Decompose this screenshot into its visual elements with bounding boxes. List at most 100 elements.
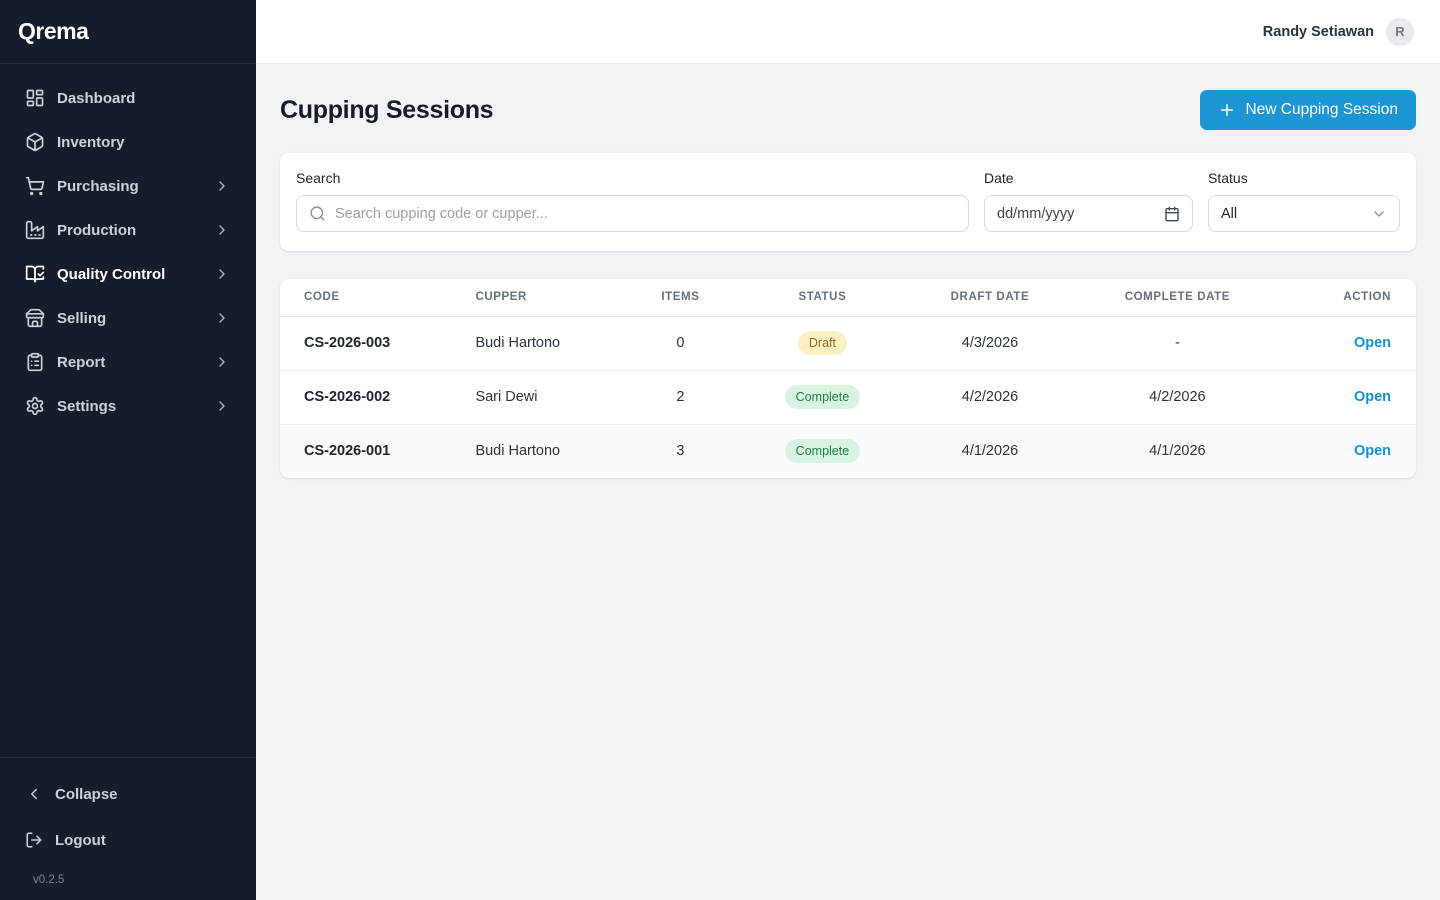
sessions-table: Code Cupper Items Status Draft Date Comp…	[280, 279, 1416, 478]
column-header-code: Code	[280, 279, 467, 316]
sidebar-item-purchasing[interactable]: Purchasing	[12, 166, 244, 206]
sidebar-item-quality-control[interactable]: Quality Control	[12, 254, 244, 294]
sidebar-item-label: Dashboard	[57, 90, 230, 107]
cell-code: CS-2026-002	[280, 370, 467, 424]
cell-draft-date: 4/2/2026	[905, 370, 1075, 424]
open-link[interactable]: Open	[1354, 443, 1391, 459]
column-header-complete-date: Complete Date	[1075, 279, 1279, 316]
chevron-right-icon	[214, 266, 230, 282]
sidebar-footer: Collapse Logout v0.2.5	[0, 757, 256, 900]
sidebar-item-label: Report	[57, 354, 214, 371]
search-icon	[309, 205, 326, 222]
sidebar-item-settings[interactable]: Settings	[12, 386, 244, 426]
cell-items: 2	[621, 370, 740, 424]
sidebar-item-production[interactable]: Production	[12, 210, 244, 250]
table-row: CS-2026-003 Budi Hartono 0 Draft 4/3/202…	[280, 316, 1416, 370]
chevron-right-icon	[214, 178, 230, 194]
sidebar-item-selling[interactable]: Selling	[12, 298, 244, 338]
logout-button[interactable]: Logout	[12, 820, 244, 860]
topbar: Randy Setiawan R	[256, 0, 1440, 64]
page-header: Cupping Sessions New Cupping Session	[280, 90, 1416, 130]
column-header-status: Status	[740, 279, 905, 316]
collapse-button[interactable]: Collapse	[12, 774, 244, 814]
user-name: Randy Setiawan	[1263, 24, 1374, 40]
status-label: Status	[1208, 170, 1400, 186]
cell-draft-date: 4/3/2026	[905, 316, 1075, 370]
cell-status: Complete	[740, 370, 905, 424]
date-input[interactable]: dd/mm/yyyy	[984, 195, 1193, 232]
cell-action: Open	[1280, 370, 1416, 424]
sidebar-item-label: Purchasing	[57, 178, 214, 195]
cell-items: 3	[621, 424, 740, 478]
sessions-table-card: Code Cupper Items Status Draft Date Comp…	[280, 279, 1416, 478]
search-filter: Search	[296, 170, 969, 232]
cell-cupper: Sari Dewi	[467, 370, 620, 424]
search-input[interactable]	[335, 206, 956, 222]
page-content: Cupping Sessions New Cupping Session Sea…	[256, 64, 1440, 478]
column-header-draft-date: Draft Date	[905, 279, 1075, 316]
cell-cupper: Budi Hartono	[467, 424, 620, 478]
sidebar-item-label: Selling	[57, 310, 214, 327]
open-link[interactable]: Open	[1354, 389, 1391, 405]
avatar[interactable]: R	[1386, 18, 1414, 46]
gear-icon	[25, 396, 45, 416]
cell-action: Open	[1280, 316, 1416, 370]
avatar-initial: R	[1395, 24, 1404, 39]
sidebar-item-label: Settings	[57, 398, 214, 415]
cell-draft-date: 4/1/2026	[905, 424, 1075, 478]
table-header-row: Code Cupper Items Status Draft Date Comp…	[280, 279, 1416, 316]
cell-complete-date: -	[1075, 316, 1279, 370]
chevron-right-icon	[214, 354, 230, 370]
date-label: Date	[984, 170, 1193, 186]
cart-icon	[25, 176, 45, 196]
search-label: Search	[296, 170, 969, 186]
dashboard-icon	[25, 88, 45, 108]
sidebar-nav: Dashboard Inventory Purchasing Productio…	[0, 64, 256, 757]
new-cupping-session-button[interactable]: New Cupping Session	[1200, 90, 1416, 130]
sidebar-item-report[interactable]: Report	[12, 342, 244, 382]
store-icon	[25, 308, 45, 328]
date-filter: Date dd/mm/yyyy	[984, 170, 1193, 232]
date-placeholder: dd/mm/yyyy	[997, 206, 1074, 222]
open-link[interactable]: Open	[1354, 335, 1391, 351]
status-select-value: All	[1221, 206, 1237, 222]
table-row: CS-2026-001 Budi Hartono 3 Complete 4/1/…	[280, 424, 1416, 478]
status-badge: Draft	[798, 331, 847, 355]
cell-complete-date: 4/2/2026	[1075, 370, 1279, 424]
new-cupping-session-label: New Cupping Session	[1245, 101, 1398, 119]
status-badge: Complete	[785, 385, 861, 409]
column-header-items: Items	[621, 279, 740, 316]
cell-status: Complete	[740, 424, 905, 478]
status-filter: Status All	[1208, 170, 1400, 232]
logout-label: Logout	[55, 832, 230, 849]
chevron-right-icon	[214, 222, 230, 238]
cell-cupper: Budi Hartono	[467, 316, 620, 370]
cell-status: Draft	[740, 316, 905, 370]
sidebar-item-inventory[interactable]: Inventory	[12, 122, 244, 162]
clipboard-icon	[25, 352, 45, 372]
cell-complete-date: 4/1/2026	[1075, 424, 1279, 478]
chevron-left-icon	[25, 785, 43, 803]
status-select[interactable]: All	[1208, 195, 1400, 232]
sidebar-item-label: Inventory	[57, 134, 230, 151]
search-input-wrapper	[296, 195, 969, 232]
brand-logo: Qrema	[0, 0, 256, 64]
app-version: v0.2.5	[12, 866, 244, 886]
table-row: CS-2026-002 Sari Dewi 2 Complete 4/2/202…	[280, 370, 1416, 424]
chevron-right-icon	[214, 310, 230, 326]
collapse-label: Collapse	[55, 786, 230, 803]
main-area: Randy Setiawan R Cupping Sessions New Cu…	[256, 0, 1440, 900]
sidebar-item-dashboard[interactable]: Dashboard	[12, 78, 244, 118]
chevron-down-icon	[1371, 206, 1387, 222]
cell-code: CS-2026-003	[280, 316, 467, 370]
column-header-cupper: Cupper	[467, 279, 620, 316]
calendar-icon[interactable]	[1164, 206, 1180, 222]
logout-icon	[25, 831, 43, 849]
cell-action: Open	[1280, 424, 1416, 478]
status-badge: Complete	[785, 439, 861, 463]
sidebar-item-label: Quality Control	[57, 266, 214, 283]
column-header-action: Action	[1280, 279, 1416, 316]
sidebar: Qrema Dashboard Inventory Purchasing	[0, 0, 256, 900]
sidebar-item-label: Production	[57, 222, 214, 239]
factory-icon	[25, 220, 45, 240]
